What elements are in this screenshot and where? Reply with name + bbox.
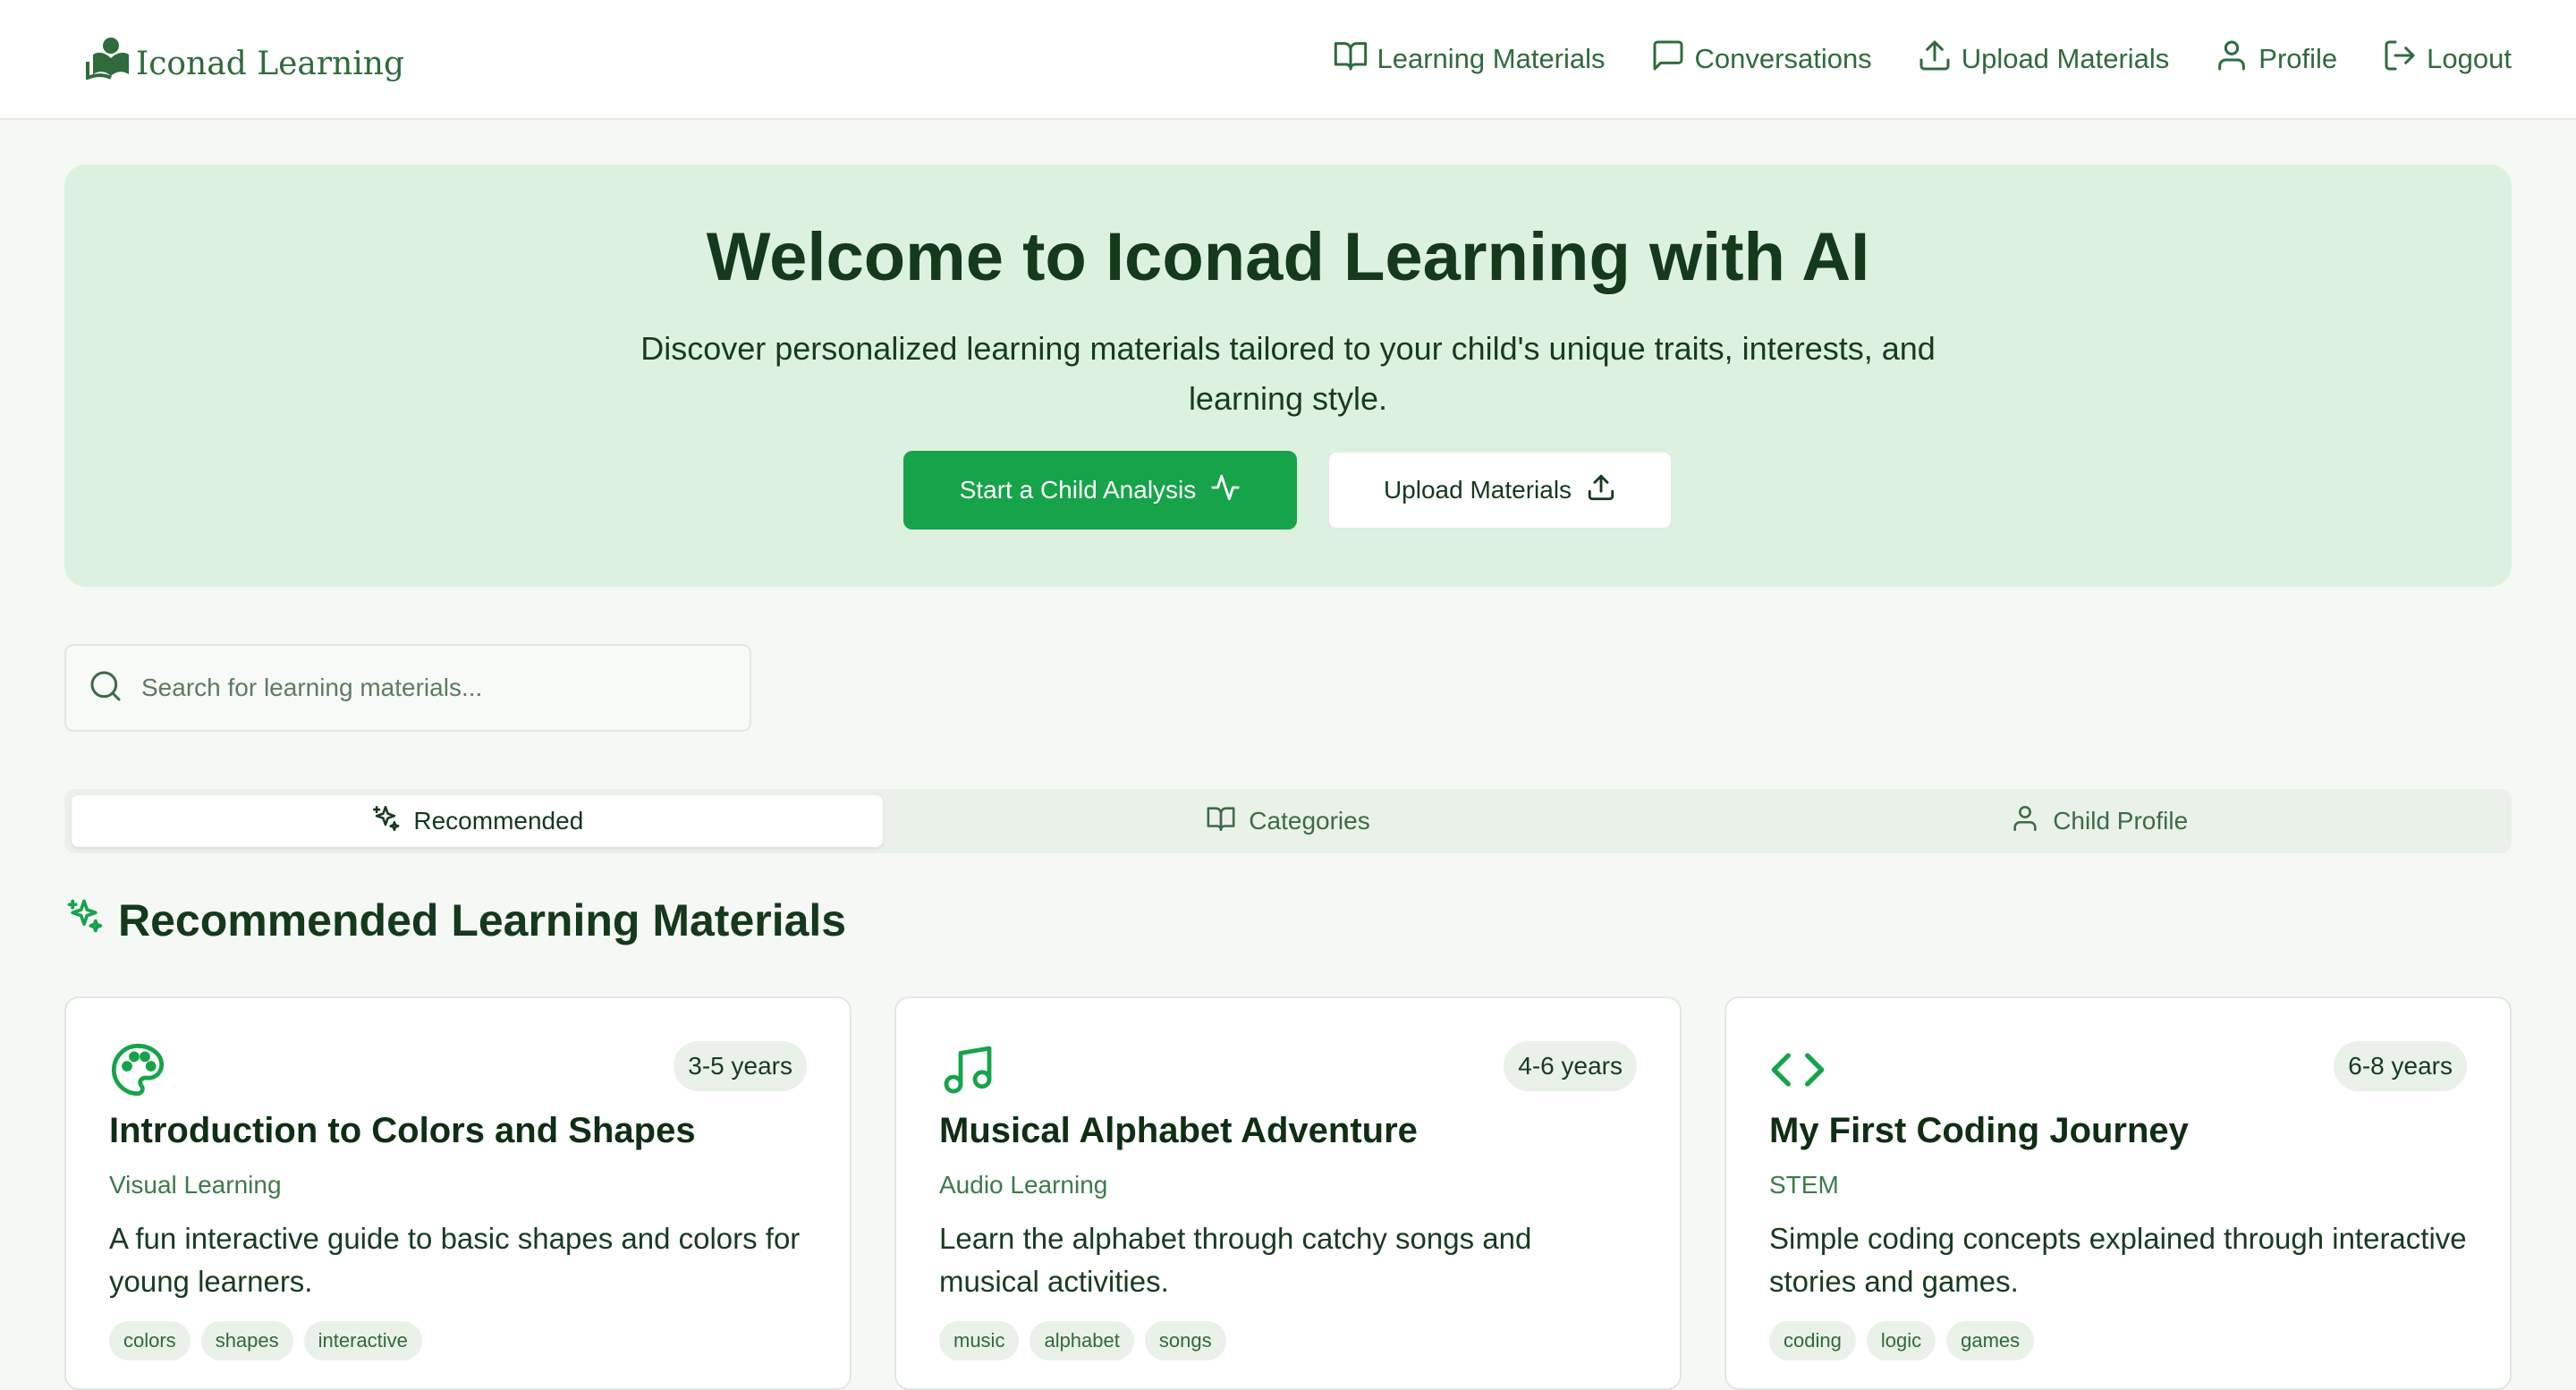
book-open-icon bbox=[1206, 803, 1236, 840]
tag[interactable]: games bbox=[1946, 1321, 2035, 1360]
tag[interactable]: colors bbox=[109, 1321, 191, 1360]
card-category: Audio Learning bbox=[939, 1171, 1108, 1199]
card-title: My First Coding Journey bbox=[1769, 1111, 2189, 1150]
user-icon bbox=[2010, 803, 2040, 840]
sparkles-icon bbox=[64, 894, 104, 946]
message-square-icon bbox=[1650, 38, 1686, 81]
card-title: Musical Alphabet Adventure bbox=[939, 1111, 1418, 1150]
music-note-icon bbox=[939, 1041, 996, 1098]
hero-title: Welcome to Iconad Learning with AI bbox=[706, 219, 1870, 295]
brand-logo[interactable]: Iconad Learning bbox=[84, 35, 404, 84]
nav-upload-materials[interactable]: Upload Materials bbox=[1917, 38, 2170, 81]
tab-categories[interactable]: Categories bbox=[883, 795, 1694, 847]
tab-child-profile[interactable]: Child Profile bbox=[1693, 795, 2504, 847]
hero-banner: Welcome to Iconad Learning with AI Disco… bbox=[64, 165, 2512, 587]
section-title: Recommended Learning Materials bbox=[118, 895, 847, 945]
materials-grid: 3-5 years Introduction to Colors and Sha… bbox=[64, 996, 2512, 1390]
start-child-analysis-button[interactable]: Start a Child Analysis bbox=[903, 451, 1297, 530]
nav-label: Logout bbox=[2427, 43, 2512, 74]
upload-icon bbox=[1586, 472, 1616, 509]
book-open-icon bbox=[1333, 38, 1368, 81]
nav-label: Upload Materials bbox=[1961, 43, 2170, 74]
palette-icon bbox=[109, 1041, 166, 1098]
material-card[interactable]: 3-5 years Introduction to Colors and Sha… bbox=[64, 996, 852, 1390]
user-icon bbox=[2214, 38, 2250, 81]
nav-conversations[interactable]: Conversations bbox=[1650, 38, 1872, 81]
code-icon bbox=[1769, 1041, 1826, 1098]
activity-icon bbox=[1210, 472, 1241, 509]
nav-logout[interactable]: Logout bbox=[2382, 38, 2512, 81]
tag[interactable]: songs bbox=[1144, 1321, 1226, 1360]
card-tags: coding logic games bbox=[1769, 1321, 2467, 1360]
nav-label: Conversations bbox=[1694, 43, 1872, 74]
log-out-icon bbox=[2382, 38, 2418, 81]
hero-actions: Start a Child Analysis Upload Materials bbox=[64, 451, 2512, 530]
top-header: Iconad Learning Learning Materials Conve… bbox=[0, 0, 2576, 120]
nav-learning-materials[interactable]: Learning Materials bbox=[1333, 38, 1606, 81]
upload-icon bbox=[1917, 38, 1953, 81]
card-tags: colors shapes interactive bbox=[109, 1321, 807, 1360]
tag[interactable]: shapes bbox=[200, 1321, 293, 1360]
search-box[interactable] bbox=[64, 644, 751, 732]
card-category: Visual Learning bbox=[109, 1171, 282, 1199]
material-card[interactable]: 4-6 years Musical Alphabet Adventure Aud… bbox=[894, 996, 1682, 1390]
tab-label: Categories bbox=[1249, 807, 1370, 835]
nav-profile[interactable]: Profile bbox=[2214, 38, 2337, 81]
section-heading: Recommended Learning Materials bbox=[64, 894, 846, 946]
tag[interactable]: alphabet bbox=[1030, 1321, 1134, 1360]
card-description: Learn the alphabet through catchy songs … bbox=[939, 1222, 1532, 1298]
age-badge: 3-5 years bbox=[674, 1041, 807, 1091]
tag[interactable]: interactive bbox=[303, 1321, 422, 1360]
tab-recommended[interactable]: Recommended bbox=[72, 795, 883, 847]
upload-materials-button[interactable]: Upload Materials bbox=[1327, 451, 1673, 530]
tag[interactable]: coding bbox=[1769, 1321, 1856, 1360]
card-description: A fun interactive guide to basic shapes … bbox=[109, 1222, 801, 1298]
button-label: Upload Materials bbox=[1383, 476, 1572, 504]
brand-name: Iconad Learning bbox=[136, 45, 405, 82]
tab-label: Recommended bbox=[413, 807, 584, 835]
tab-label: Child Profile bbox=[2053, 807, 2189, 835]
hero-subtitle: Discover personalized learning materials… bbox=[640, 330, 1936, 417]
search-icon bbox=[88, 668, 123, 708]
sparkles-icon bbox=[370, 803, 401, 840]
tag[interactable]: music bbox=[939, 1321, 1020, 1360]
age-badge: 4-6 years bbox=[1504, 1041, 1637, 1091]
reading-person-logo-icon bbox=[84, 35, 131, 84]
card-description: Simple coding concepts explained through… bbox=[1769, 1222, 2467, 1298]
age-badge: 6-8 years bbox=[2334, 1041, 2467, 1091]
nav-label: Profile bbox=[2258, 43, 2338, 74]
tag[interactable]: logic bbox=[1866, 1321, 1936, 1360]
card-title: Introduction to Colors and Shapes bbox=[109, 1111, 696, 1150]
card-tags: music alphabet songs bbox=[939, 1321, 1637, 1360]
search-input[interactable] bbox=[141, 674, 714, 702]
main-nav: Learning Materials Conversations Upload … bbox=[1333, 38, 2512, 81]
card-category: STEM bbox=[1769, 1171, 1839, 1199]
material-card[interactable]: 6-8 years My First Coding Journey STEM S… bbox=[1724, 996, 2512, 1390]
button-label: Start a Child Analysis bbox=[959, 476, 1197, 504]
content-tabs: Recommended Categories Child Profile bbox=[64, 789, 2512, 853]
nav-label: Learning Materials bbox=[1377, 43, 1606, 74]
